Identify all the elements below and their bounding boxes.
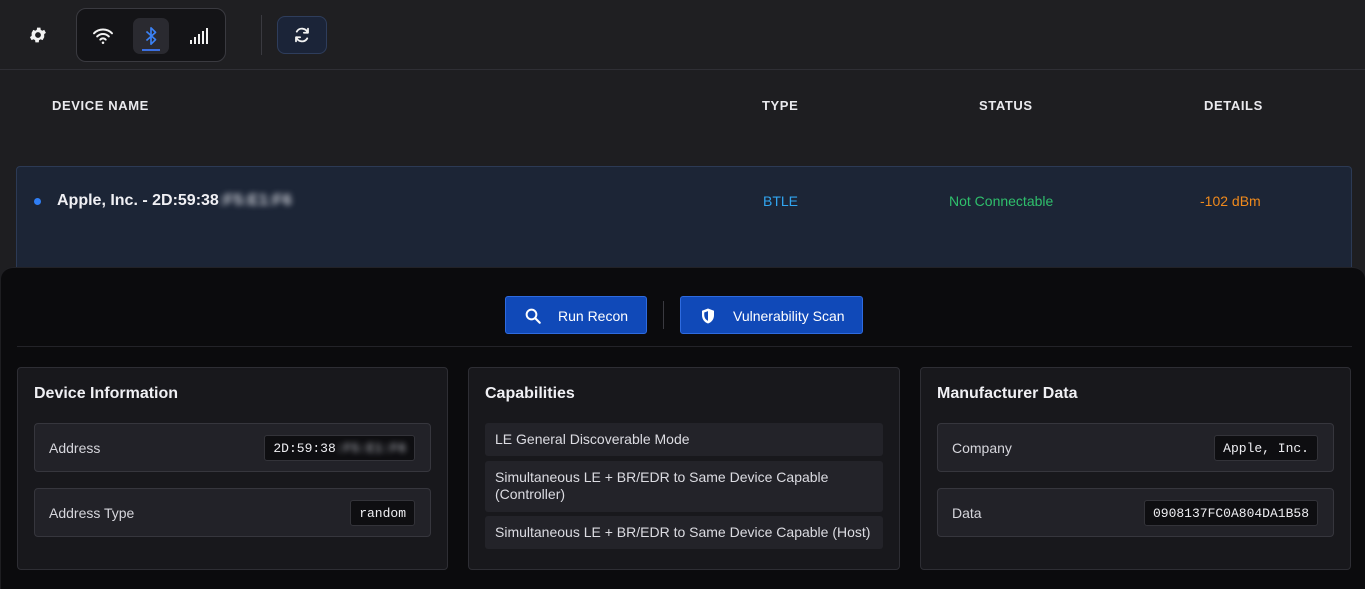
table-row[interactable]: Apple, Inc. - 2D:59:38:F5:E1:F6 BTLE Not… (16, 166, 1352, 276)
capability-item: LE General Discoverable Mode (485, 423, 883, 456)
search-icon (525, 308, 541, 324)
run-recon-label: Run Recon (558, 308, 629, 324)
address-type-value[interactable]: random (350, 500, 415, 526)
vulnerability-scan-label: Vulnerability Scan (733, 308, 845, 324)
bluetooth-mode-button[interactable] (133, 18, 169, 54)
panel-divider (17, 346, 1352, 347)
obscured-address: :F5:E1:F6 (335, 440, 406, 456)
run-recon-button[interactable]: Run Recon (505, 296, 647, 334)
device-information-card: Device Information Address 2D:59:38:F5:E… (17, 367, 448, 570)
capabilities-card: Capabilities LE General Discoverable Mod… (468, 367, 900, 570)
device-status: Not Connectable (949, 193, 1054, 209)
device-type: BTLE (763, 193, 799, 209)
signal-bars-icon (190, 28, 208, 44)
field-label: Address Type (49, 505, 135, 521)
toolbar-divider (261, 15, 262, 55)
toolbar (0, 0, 1365, 70)
shield-icon (702, 308, 714, 324)
device-detail-panel: Run Recon Vulnerability Scan Device Info… (1, 267, 1365, 589)
wifi-mode-button[interactable] (85, 18, 121, 54)
manufacturer-data-value[interactable]: 0908137FC0A804DA1B58 (1143, 500, 1318, 526)
device-rssi: -102 dBm (1200, 193, 1261, 209)
refresh-button[interactable] (277, 16, 327, 54)
column-header-status[interactable]: STATUS (979, 98, 1033, 113)
field-label: Company (952, 440, 1012, 456)
manufacturer-data-card: Manufacturer Data Company Apple, Inc. Da… (920, 367, 1351, 570)
address-field: Address 2D:59:38:F5:E1:F6 (34, 423, 431, 472)
column-header-type[interactable]: TYPE (762, 98, 798, 113)
device-name: Apple, Inc. - 2D:59:38:F5:E1:F6 (57, 192, 292, 209)
vulnerability-scan-button[interactable]: Vulnerability Scan (680, 296, 863, 334)
card-title: Capabilities (485, 385, 575, 402)
obscured-address: :F5:E1:F6 (218, 192, 292, 209)
refresh-icon (295, 27, 309, 43)
column-header-details[interactable]: DETAILS (1204, 98, 1263, 113)
field-label: Address (49, 440, 101, 456)
status-dot (34, 198, 41, 205)
field-label: Data (952, 505, 982, 521)
bluetooth-icon (145, 27, 157, 45)
card-title: Device Information (34, 385, 179, 402)
capability-item: Simultaneous LE + BR/EDR to Same Device … (485, 516, 883, 549)
address-type-field: Address Type random (34, 488, 431, 537)
company-field: Company Apple, Inc. (937, 423, 1334, 472)
gear-icon[interactable] (26, 23, 50, 47)
action-divider (663, 301, 664, 329)
cellular-mode-button[interactable] (181, 18, 217, 54)
company-value[interactable]: Apple, Inc. (1214, 435, 1318, 461)
address-value[interactable]: 2D:59:38:F5:E1:F6 (264, 435, 415, 461)
scan-mode-group (76, 8, 226, 62)
data-field: Data 0908137FC0A804DA1B58 (937, 488, 1334, 537)
card-title: Manufacturer Data (937, 385, 1078, 402)
wifi-icon (93, 28, 113, 45)
column-header-device-name[interactable]: DEVICE NAME (52, 98, 149, 113)
capability-item: Simultaneous LE + BR/EDR to Same Device … (485, 461, 883, 512)
